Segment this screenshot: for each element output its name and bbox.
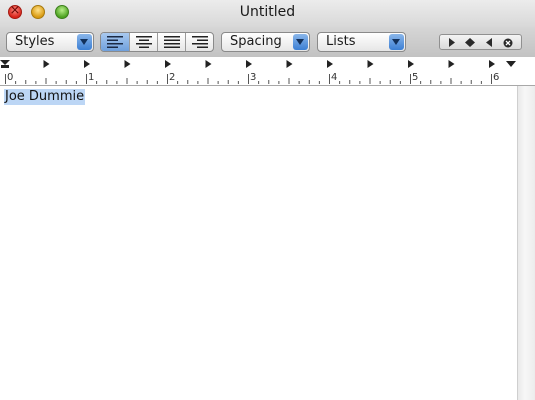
styles-popup-label: Styles: [15, 34, 55, 49]
spacing-popup[interactable]: Spacing: [221, 32, 310, 52]
tab-stop-marker: [286, 60, 293, 68]
ruler-number: 6: [493, 72, 500, 83]
tab-stop-marker: [205, 60, 212, 68]
tab-stop-marker: [84, 60, 90, 68]
align-justify-icon: [164, 36, 180, 48]
ruler[interactable]: 0 1 2 3 4 5 6: [0, 57, 535, 86]
ruler-ticks: [0, 60, 516, 84]
tab-stop-control: [439, 34, 522, 50]
title-bar[interactable]: Untitled: [0, 0, 535, 27]
tab-stop-marker: [367, 60, 374, 68]
styles-popup[interactable]: Styles: [6, 32, 94, 52]
chevron-down-icon: [389, 34, 404, 50]
align-justify-button[interactable]: [157, 33, 185, 51]
ruler-number: 2: [169, 72, 176, 83]
lists-popup[interactable]: Lists: [317, 32, 406, 52]
tab-stop-marker: [165, 60, 171, 68]
tab-stop-marker: [489, 60, 495, 68]
tab-stop-marker: [408, 60, 414, 68]
left-indent-marker: [1, 65, 9, 68]
ruler-number: 3: [250, 72, 257, 83]
tab-stop-marker: [124, 60, 131, 68]
window-title: Untitled: [239, 4, 296, 20]
play-right-icon[interactable]: [448, 38, 456, 47]
first-line-indent-marker: [0, 60, 10, 65]
document-text-area[interactable]: Joe Dummie: [0, 86, 517, 400]
align-center-icon: [136, 36, 152, 48]
lists-popup-label: Lists: [326, 34, 356, 49]
chevron-down-icon: [77, 34, 92, 50]
alignment-segmented-control: [100, 32, 214, 52]
tab-stop-marker: [246, 60, 252, 68]
ruler-number: 0: [7, 72, 14, 83]
align-right-button[interactable]: [185, 33, 213, 51]
play-left-icon[interactable]: [485, 38, 493, 47]
align-center-button[interactable]: [129, 33, 157, 51]
ruler-number: 1: [88, 72, 95, 83]
ruler-number: 4: [331, 72, 338, 83]
align-left-icon: [107, 36, 123, 48]
right-margin-marker: [506, 61, 516, 67]
ruler-number: 5: [412, 72, 419, 83]
vertical-scrollbar[interactable]: [517, 86, 535, 400]
text-edit-window: Untitled Styles: [0, 0, 535, 400]
align-left-button[interactable]: [101, 33, 129, 51]
tab-stop-marker: [448, 60, 455, 68]
format-toolbar: Styles Spacing Lists: [0, 27, 535, 57]
tab-stop-marker: [43, 60, 50, 68]
diamond-icon[interactable]: [465, 38, 475, 47]
tab-stop-marker: [327, 60, 333, 68]
chevron-down-icon: [293, 34, 308, 50]
circle-x-icon[interactable]: [503, 38, 513, 48]
spacing-popup-label: Spacing: [230, 34, 282, 49]
align-right-icon: [192, 36, 208, 48]
document-text[interactable]: Joe Dummie: [4, 89, 86, 105]
